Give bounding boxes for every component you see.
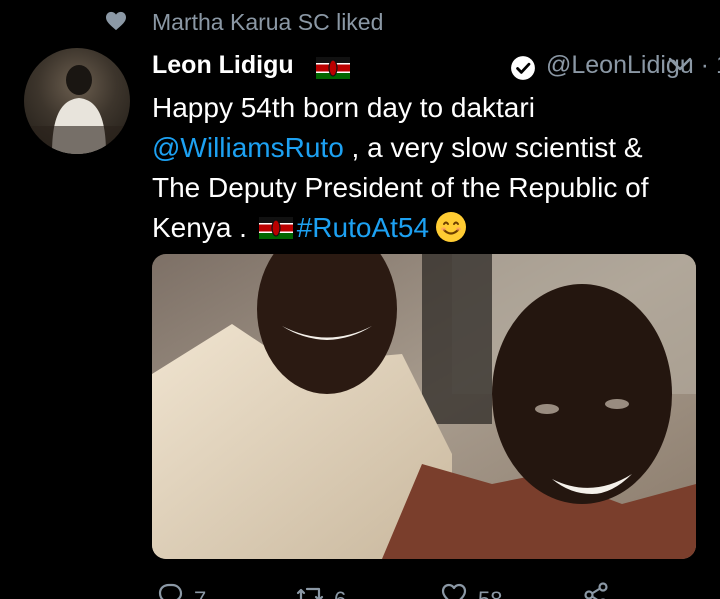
like-button[interactable]: 58 [440, 581, 502, 599]
tweet-text: Happy 54th born day to daktari @Williams… [152, 88, 700, 248]
tweet-line: The Deputy President of the Republic of [152, 172, 649, 203]
share-button[interactable] [582, 581, 610, 599]
tweet-header: Leon Lidigu @LeonLidigu · 1h [152, 49, 720, 85]
chevron-down-icon[interactable] [667, 55, 693, 73]
smiling-face-icon [436, 212, 467, 242]
retweet-icon [296, 587, 324, 599]
separator: · [700, 51, 709, 79]
tweet-text-segment: , a very slow scientist & [343, 132, 643, 163]
mention-link[interactable]: @WilliamsRuto [152, 132, 344, 163]
kenya-flag-icon [316, 57, 350, 79]
retweet-count: 6 [334, 587, 346, 599]
kenya-flag-icon [258, 217, 293, 239]
tweet-photo[interactable] [152, 254, 696, 559]
reply-count: 7 [194, 587, 206, 599]
timestamp: 1h [716, 51, 720, 79]
tweet-line: Kenya . #RutoAt54 [152, 208, 700, 248]
hashtag-link[interactable]: #RutoAt54 [297, 212, 429, 243]
tweet-text-segment: Kenya . [152, 212, 255, 243]
author-handle-and-time[interactable]: @LeonLidigu · 1h [546, 51, 720, 80]
action-bar: 7 6 58 [152, 575, 712, 599]
tweet[interactable]: Martha Karua SC liked Leon Lidigu @LeonL… [0, 0, 720, 599]
reply-icon [158, 583, 183, 599]
heart-icon [106, 11, 126, 31]
like-count: 58 [478, 587, 502, 599]
tweet-line: @WilliamsRuto , a very slow scientist & [152, 128, 700, 168]
social-context-text: Martha Karua SC liked [152, 9, 384, 35]
avatar[interactable] [24, 48, 130, 154]
share-icon [584, 582, 608, 599]
reply-button[interactable]: 7 [156, 581, 206, 599]
verified-badge-icon [511, 56, 535, 80]
retweet-button[interactable]: 6 [296, 581, 346, 599]
tweet-line: Happy 54th born day to daktari [152, 92, 535, 123]
heart-outline-icon [441, 583, 467, 599]
author-name[interactable]: Leon Lidigu [152, 51, 294, 80]
